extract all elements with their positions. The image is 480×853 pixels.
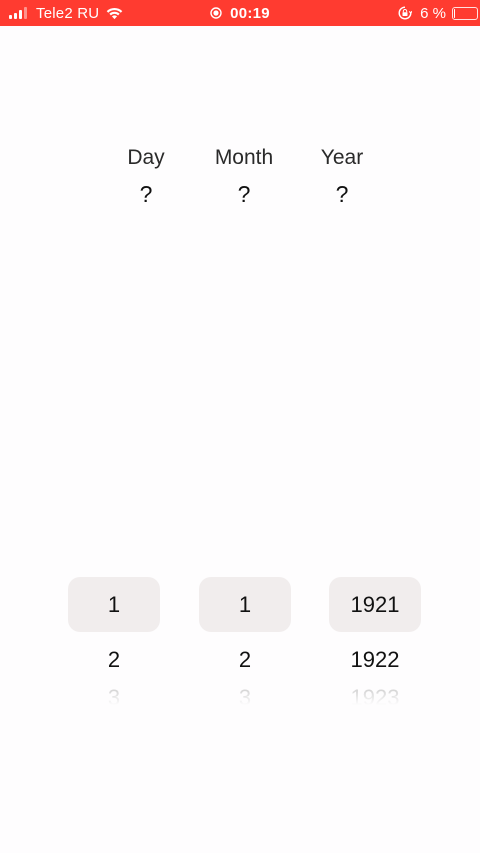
day-column: Day ? <box>96 144 196 208</box>
year-picker-faded-text: 1923 <box>350 687 400 705</box>
month-picker-faded-text: 3 <box>238 687 252 705</box>
screen-record-icon <box>210 7 222 19</box>
month-picker[interactable]: 1 2 3 <box>199 577 291 705</box>
status-bar: Tele2 RU 00:19 6 % <box>0 0 480 26</box>
day-picker-option-faded[interactable]: 3 <box>68 687 160 705</box>
year-picker-option-faded[interactable]: 1923 <box>329 687 421 705</box>
wifi-icon <box>107 7 123 20</box>
signal-icon <box>9 7 29 19</box>
status-left: Tele2 RU <box>9 0 124 26</box>
month-column: Month ? <box>194 144 294 208</box>
month-picker-selected[interactable]: 1 <box>199 577 291 632</box>
carrier-name: Tele2 RU <box>36 4 100 22</box>
battery-icon <box>452 6 478 20</box>
year-label: Year <box>320 146 364 169</box>
day-picker[interactable]: 1 2 3 <box>68 577 160 705</box>
status-right: 6 % <box>398 0 478 26</box>
clock-time: 00:19 <box>230 4 270 22</box>
year-picker-option[interactable]: 1922 <box>329 632 421 687</box>
orientation-lock-icon <box>398 6 413 20</box>
day-picker-faded-text: 3 <box>107 687 121 705</box>
year-picker[interactable]: 1921 1922 1923 <box>329 577 421 705</box>
month-picker-option-faded[interactable]: 3 <box>199 687 291 705</box>
day-picker-option[interactable]: 2 <box>68 632 160 687</box>
month-label: Month <box>214 146 274 169</box>
battery-percent: 6 % <box>420 4 446 22</box>
month-value: ? <box>237 181 251 207</box>
year-picker-selected[interactable]: 1921 <box>329 577 421 632</box>
day-label: Day <box>127 146 165 169</box>
month-picker-option[interactable]: 2 <box>199 632 291 687</box>
day-picker-selected[interactable]: 1 <box>68 577 160 632</box>
year-value: ? <box>335 181 349 207</box>
year-column: Year ? <box>292 144 392 208</box>
battery-level <box>454 8 456 18</box>
day-value: ? <box>139 181 153 207</box>
